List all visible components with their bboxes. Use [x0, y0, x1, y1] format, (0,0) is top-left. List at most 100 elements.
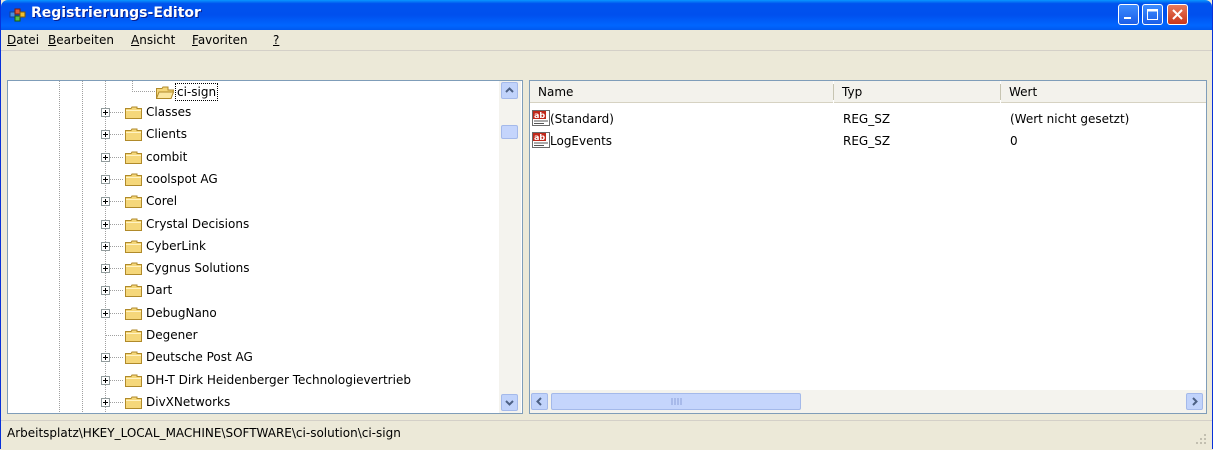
scroll-down-button[interactable] — [501, 394, 518, 411]
tree-vertical-scrollbar[interactable] — [499, 81, 521, 413]
scroll-up-button[interactable] — [501, 82, 518, 99]
expand-icon[interactable] — [101, 308, 110, 318]
minimize-button[interactable] — [1118, 4, 1139, 25]
tree-item[interactable]: ci-sign — [8, 82, 498, 102]
tree-item-label: DH-T Dirk Heidenberger Technologievertri… — [146, 372, 411, 387]
menu-help[interactable]: ? — [273, 33, 279, 47]
expand-icon[interactable] — [101, 130, 110, 140]
expand-icon[interactable] — [101, 174, 110, 184]
tree-item[interactable]: Crystal Decisions — [8, 214, 498, 234]
tree-item[interactable]: coolspot AG — [8, 169, 498, 189]
resize-grip-icon[interactable] — [1194, 432, 1208, 446]
expand-icon[interactable] — [101, 353, 110, 363]
folder-icon — [125, 374, 142, 387]
folder-icon — [125, 240, 142, 253]
svg-text:ab: ab — [534, 111, 545, 120]
tree-item-label: Dart — [146, 283, 173, 298]
tree-item-label: DivXNetworks — [146, 394, 231, 409]
folder-icon — [125, 106, 142, 119]
expand-icon[interactable] — [101, 397, 110, 407]
tree-item[interactable]: DivXNetworks — [8, 392, 498, 412]
status-path: Arbeitsplatz\HKEY_LOCAL_MACHINE\SOFTWARE… — [7, 426, 401, 440]
folder-icon — [125, 329, 142, 342]
registry-editor-icon — [9, 8, 26, 22]
expand-icon[interactable] — [101, 108, 110, 117]
expand-icon[interactable] — [101, 286, 110, 296]
value-row[interactable]: ab LogEvents REG_SZ 0 — [530, 131, 1206, 151]
scroll-thumb[interactable] — [501, 125, 518, 139]
value-data: 0 — [1010, 134, 1018, 148]
folder-icon — [125, 307, 142, 320]
folder-icon — [125, 173, 142, 186]
folder-icon — [125, 128, 142, 142]
value-name: (Standard) — [550, 112, 614, 126]
expand-icon[interactable] — [101, 219, 110, 229]
tree-item[interactable]: Clients — [8, 124, 498, 144]
tree-item[interactable]: DebugNano — [8, 303, 498, 323]
key-tree-pane[interactable]: ci-sign Classes Clients combit coolspot AG Co… — [7, 80, 523, 414]
chevron-right-icon — [1192, 397, 1198, 406]
tree-item-label: Clients — [146, 127, 187, 142]
tree-item-label: Classes — [146, 105, 192, 119]
tree-item[interactable]: CyberLink — [8, 236, 498, 256]
svg-text:ab: ab — [534, 133, 545, 142]
chevron-left-icon — [536, 397, 542, 406]
values-list-pane[interactable]: Name Typ Wert ab (Standard) REG_SZ (Wert ni… — [529, 80, 1207, 414]
minimize-icon — [1124, 17, 1131, 19]
column-header-name[interactable]: Name — [530, 81, 833, 103]
tree-item[interactable]: Deutsche Post AG — [8, 347, 498, 367]
tree-item[interactable]: Classes — [8, 102, 498, 122]
maximize-icon — [1147, 9, 1158, 20]
folder-icon — [125, 151, 142, 164]
close-icon — [1172, 9, 1183, 20]
menu-bar: Datei Bearbeiten Ansicht Favoriten ? — [1, 30, 1212, 51]
tree-item-label: combit — [146, 149, 188, 164]
tree-item[interactable]: Corel — [8, 191, 498, 211]
expand-icon[interactable] — [101, 152, 110, 162]
tree-item[interactable]: Dart — [8, 280, 498, 300]
value-type: REG_SZ — [843, 112, 891, 126]
tree-item[interactable]: combit — [8, 147, 498, 167]
scroll-thumb[interactable] — [551, 393, 801, 410]
tree-connector — [105, 335, 123, 336]
value-name: LogEvents — [550, 134, 613, 148]
menu-favoriten[interactable]: Favoriten — [192, 33, 248, 47]
tree-item-label: Crystal Decisions — [146, 216, 250, 231]
tree-item-label: ci-sign — [175, 83, 219, 101]
string-value-icon: ab — [532, 110, 550, 126]
value-row[interactable]: ab (Standard) REG_SZ (Wert nicht gesetzt) — [530, 109, 1206, 129]
scroll-left-button[interactable] — [531, 393, 548, 410]
open-folder-icon — [156, 86, 174, 99]
tree-item[interactable]: DH-T Dirk Heidenberger Technologievertri… — [8, 370, 498, 390]
scroll-right-button[interactable] — [1186, 393, 1203, 410]
folder-icon — [125, 195, 142, 209]
value-type: REG_SZ — [843, 134, 891, 148]
chevron-up-icon — [505, 87, 514, 93]
window-title: Registrierungs-Editor — [31, 5, 201, 21]
expand-icon[interactable] — [101, 375, 110, 385]
folder-icon — [125, 351, 142, 365]
tree-item[interactable]: Degener — [8, 325, 498, 345]
menu-ansicht[interactable]: Ansicht — [131, 33, 175, 47]
string-value-icon: ab — [532, 132, 550, 148]
folder-icon — [125, 218, 142, 231]
list-horizontal-scrollbar[interactable] — [530, 390, 1206, 413]
close-button[interactable] — [1167, 4, 1188, 25]
menu-datei[interactable]: Datei — [7, 33, 39, 47]
title-bar[interactable]: Registrierungs-Editor — [1, 0, 1212, 30]
menu-bearbeiten[interactable]: Bearbeiten — [48, 33, 114, 47]
expand-icon[interactable] — [101, 197, 110, 207]
expand-icon[interactable] — [101, 241, 110, 251]
tree-item[interactable]: Cygnus Solutions — [8, 258, 498, 278]
tree-item-label: Cygnus Solutions — [146, 261, 250, 276]
tree-item-label: Deutsche Post AG — [146, 350, 253, 365]
tree-item-label: coolspot AG — [146, 171, 218, 186]
column-header-value[interactable]: Wert — [1001, 81, 1206, 103]
maximize-button[interactable] — [1142, 4, 1163, 25]
tree-item-label: CyberLink — [146, 238, 206, 253]
status-bar: Arbeitsplatz\HKEY_LOCAL_MACHINE\SOFTWARE… — [1, 420, 1212, 450]
column-header-type[interactable]: Typ — [834, 81, 1000, 103]
expand-icon[interactable] — [101, 264, 110, 274]
tree-item-label: DebugNano — [146, 305, 217, 320]
value-data: (Wert nicht gesetzt) — [1010, 112, 1130, 126]
